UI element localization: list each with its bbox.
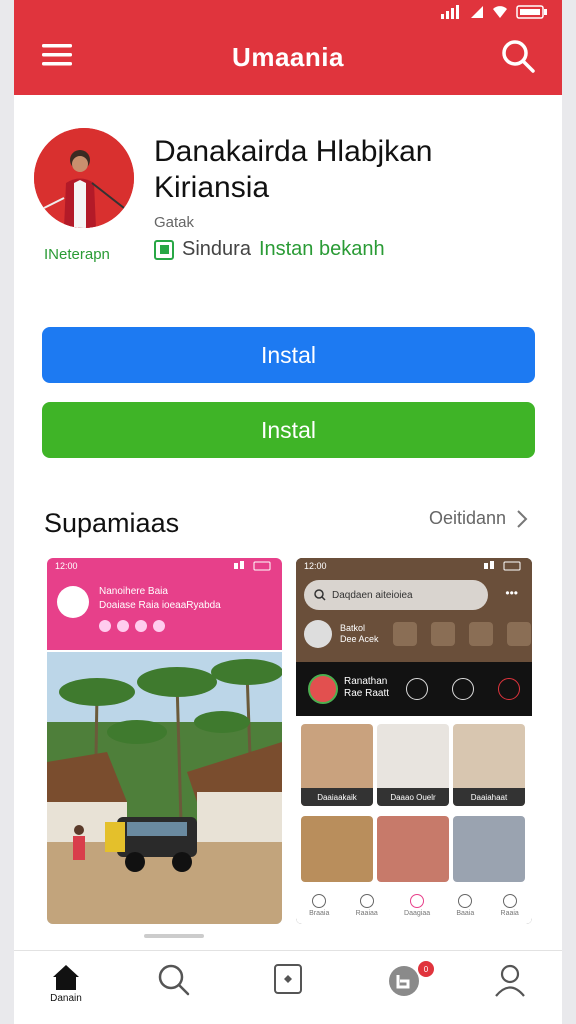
screenshot-2-time: 12:00 (304, 561, 327, 571)
screenshot-1-icons (99, 620, 165, 632)
square-badge-icon (154, 239, 174, 260)
screenshot-1-subtitle: Doaiase Raia ioeaaRyabda (99, 600, 221, 611)
screenshot-2-search-text: Daqdaen aiteioiea (332, 589, 413, 601)
wifi-icon (493, 6, 507, 18)
person-illustration (34, 128, 134, 228)
nav-dot-icon (410, 893, 425, 908)
chevron-right-icon (517, 509, 528, 528)
network-icon (471, 6, 483, 18)
nav-label: Baaia (456, 909, 475, 917)
nav-dot-icon (359, 893, 374, 908)
screenshot-1-logo (57, 586, 89, 618)
screenshot-1-header: 12:00 Nanoihere Baia Doaiase Raia ioeaaR… (47, 558, 282, 650)
nav-search[interactable] (152, 963, 196, 1013)
mini-battery-icon (484, 561, 521, 571)
nav-home-label: Danain (50, 993, 82, 1004)
nav-label: Raaiaa (355, 909, 378, 917)
badge-link[interactable]: Instan bekanh (259, 238, 385, 261)
screenshot-1-status: 12:00 (55, 561, 274, 571)
install-button-primary[interactable]: Instal (42, 327, 535, 383)
screenshot-2-status: 12:00 (304, 561, 524, 571)
see-more-link[interactable]: Oeitidann (429, 508, 528, 529)
screenshot-2-profile-bar: Ranathan Rae Raatt (296, 662, 532, 716)
screenshot-2-header: 12:00 Daqdaen aiteioiea ••• Batkol Dee A… (296, 558, 532, 662)
app-bar-title: Umaania (232, 42, 344, 72)
screenshot-2-search: Daqdaen aiteioiea (304, 580, 488, 610)
nav-label: Daagiaa (404, 909, 431, 917)
bottom-navigation: Danain 0 (14, 950, 562, 1024)
nav-dot-icon (502, 893, 517, 908)
app-name: Danakairda Hlabjkan Kiriansia (154, 135, 433, 204)
row-icon (430, 622, 455, 646)
more-dots-icon: ••• (505, 586, 518, 600)
home-icon (53, 965, 79, 990)
mini-battery-icon (234, 561, 271, 571)
row-sub: Dee Acek (340, 634, 379, 644)
nav-dot-icon (458, 893, 473, 908)
row-avatar (304, 620, 332, 648)
nav-updates[interactable]: 0 (382, 961, 434, 1013)
screenshot-1[interactable]: 12:00 Nanoihere Baia Doaiase Raia ioeaaR… (47, 558, 282, 924)
tile-caption: Daaiahaat (453, 788, 525, 806)
grid-tile (301, 816, 373, 882)
signal-icon (441, 5, 459, 19)
install-button-secondary[interactable]: Instal (42, 402, 535, 458)
phone-screen: Umaania INeterapn Danakairda Hlabjkan Ki… (14, 0, 562, 1024)
battery-icon (516, 5, 547, 19)
grid-tile (377, 816, 449, 882)
profile-icon (495, 964, 525, 997)
profile-sub: Rae Raatt (344, 688, 390, 699)
nav-label: Braaia (309, 909, 330, 917)
profile-icon (406, 678, 428, 700)
app-avatar (34, 128, 134, 228)
avatar-caption: INeterapn (44, 246, 110, 263)
carousel-indicator (144, 934, 204, 938)
grid-tile: Daaiaakaik (301, 724, 373, 806)
app-bar: Umaania (14, 0, 562, 95)
nav-dot-icon (312, 893, 327, 908)
screenshot-1-title: Nanoihere Baia (99, 586, 168, 597)
developer-name[interactable]: Gatak (154, 214, 194, 231)
nav-apps[interactable] (266, 963, 310, 1013)
screenshots-section-title: Supamiaas (44, 508, 180, 538)
tile-caption: Daaao Ouelr (377, 788, 449, 806)
see-more-label: Oeitidann (428, 508, 506, 528)
screenshot-2-row: Batkol Dee Acek (304, 620, 531, 648)
screenshot-2[interactable]: 12:00 Daqdaen aiteioiea ••• Batkol Dee A… (296, 558, 532, 924)
tile-caption: Daaiaakaik (301, 788, 373, 806)
village-photo (47, 652, 282, 924)
row-title: Batkol (340, 623, 366, 633)
row-icon (506, 622, 531, 646)
nav-profile[interactable] (488, 963, 532, 1013)
app-square-icon (274, 964, 302, 994)
install-badge: Sindura Instan bekanh (154, 238, 385, 261)
nav-home[interactable]: Danain (44, 963, 88, 1013)
updates-icon (389, 966, 419, 996)
row-icon (468, 622, 493, 646)
search-icon (502, 40, 535, 73)
nav-label: Raaia (500, 909, 519, 917)
row-icon (392, 622, 417, 646)
profile-icon (498, 678, 520, 700)
badge-text: Sindura (182, 238, 251, 260)
search-button[interactable] (500, 38, 536, 74)
profile-avatar (308, 674, 338, 704)
mini-search-icon (314, 589, 326, 601)
search-icon (158, 964, 190, 996)
status-bar (440, 4, 548, 20)
screenshot-1-time: 12:00 (55, 561, 78, 571)
screenshot-2-grid: Daaiaakaik Daaao Ouelr Daaiahaat (296, 716, 532, 886)
profile-title: Ranathan (344, 676, 388, 687)
grid-tile (453, 816, 525, 882)
notification-badge: 0 (418, 961, 434, 977)
grid-tile: Daaao Ouelr (377, 724, 449, 806)
screenshot-2-nav: Braaia Raaiaa Daagiaa Baaia Raaia (296, 886, 532, 924)
grid-tile: Daaiahaat (453, 724, 525, 806)
profile-icon (452, 678, 474, 700)
